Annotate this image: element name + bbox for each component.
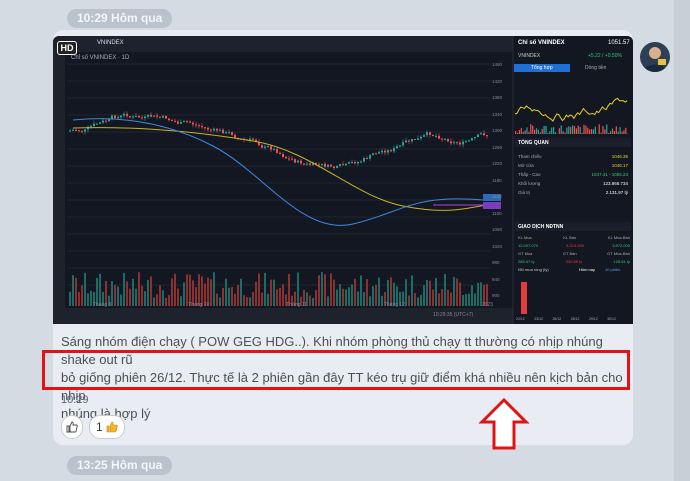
foreign-table: KL Mua KL Bán KL Mua-Bán 12.097.073 8.214.8… — [518, 235, 630, 264]
chart-clock: 10:29:35 (UTC+7) — [433, 312, 474, 318]
chart-screenshot-image[interactable]: HD Chỉ số VNINDEX · 1D VNINDEX Tháng 9 T… — [53, 36, 633, 324]
date-divider-top: 10:29 Hôm qua — [67, 9, 173, 28]
reaction-count-button[interactable]: 1 — [89, 415, 125, 439]
netbuy-label: NN mua ròng (tỷ) — [518, 267, 549, 272]
date-divider-bottom: 13:25 Hôm qua — [67, 456, 173, 475]
right-scroll-strip — [674, 0, 690, 481]
like-button[interactable] — [61, 415, 83, 439]
time-axis-tick: Tháng 9 — [93, 302, 112, 308]
overview-title: TỔNG QUAN — [518, 140, 549, 146]
avatar[interactable] — [640, 42, 670, 72]
chart-title: Chỉ số VNINDEX · 1D — [71, 55, 130, 61]
time-axis-tick: 2023 — [481, 302, 493, 308]
red-highlight-box — [42, 350, 630, 390]
overview-row: Khối lượng 123.868.734 — [518, 181, 628, 186]
tab-tong-hop[interactable]: Tổng hợp — [531, 65, 553, 71]
time-axis: Tháng 9 Tháng 10 Tháng 11 Tháng 12 2023 — [93, 302, 493, 308]
foreign-title: GIAO DỊCH NĐTNN — [518, 224, 564, 230]
time-axis-tick: Tháng 12 — [383, 302, 405, 308]
ticker-label: VNINDEX — [97, 40, 124, 46]
overview-row: Mở cửa 1046.17 — [518, 163, 628, 168]
thumbs-up-emoji-icon — [106, 421, 118, 433]
overview-row: Thấp - Cao 1047.41 - 1055.23 — [518, 172, 628, 177]
tab-dong-tien[interactable]: Dòng tiền — [585, 65, 606, 71]
netbuy-tab-10[interactable]: 10 phiên — [605, 267, 620, 272]
overview-row: Giá trị 2.131,97 tỷ — [518, 190, 628, 195]
time-axis-tick: Tháng 11 — [286, 302, 307, 308]
time-axis-tick: Tháng 10 — [188, 302, 210, 308]
panel-change: +5.22 / +0.50% — [588, 53, 622, 59]
overview-rows: Tham chiếu 1046.35 Mở cửa 1046.17 Thấp - C… — [518, 152, 628, 197]
red-arrow-up-icon — [478, 398, 530, 450]
netbuy-tab-today[interactable]: Hôm nay — [579, 267, 595, 272]
hd-badge: HD — [57, 41, 77, 55]
thumbs-up-icon — [66, 421, 78, 433]
panel-value: 1051.57 — [608, 40, 630, 46]
reaction-count: 1 — [95, 420, 103, 434]
panel-ticker: VNINDEX — [518, 53, 541, 59]
netbuy-dates: 22/12 23/12 26/12 28/12 29/12 30/12 — [516, 317, 616, 321]
message-line: nhúng là hợp lý — [61, 406, 151, 421]
overview-row: Tham chiếu 1046.35 — [518, 154, 628, 159]
message-time: 10:29 — [61, 394, 89, 406]
price-axis: 1460 1420 1380 1340 1300 1260 1220 1180 1140 1100… — [492, 62, 503, 298]
panel-title: Chỉ số VNINDEX — [518, 40, 565, 46]
